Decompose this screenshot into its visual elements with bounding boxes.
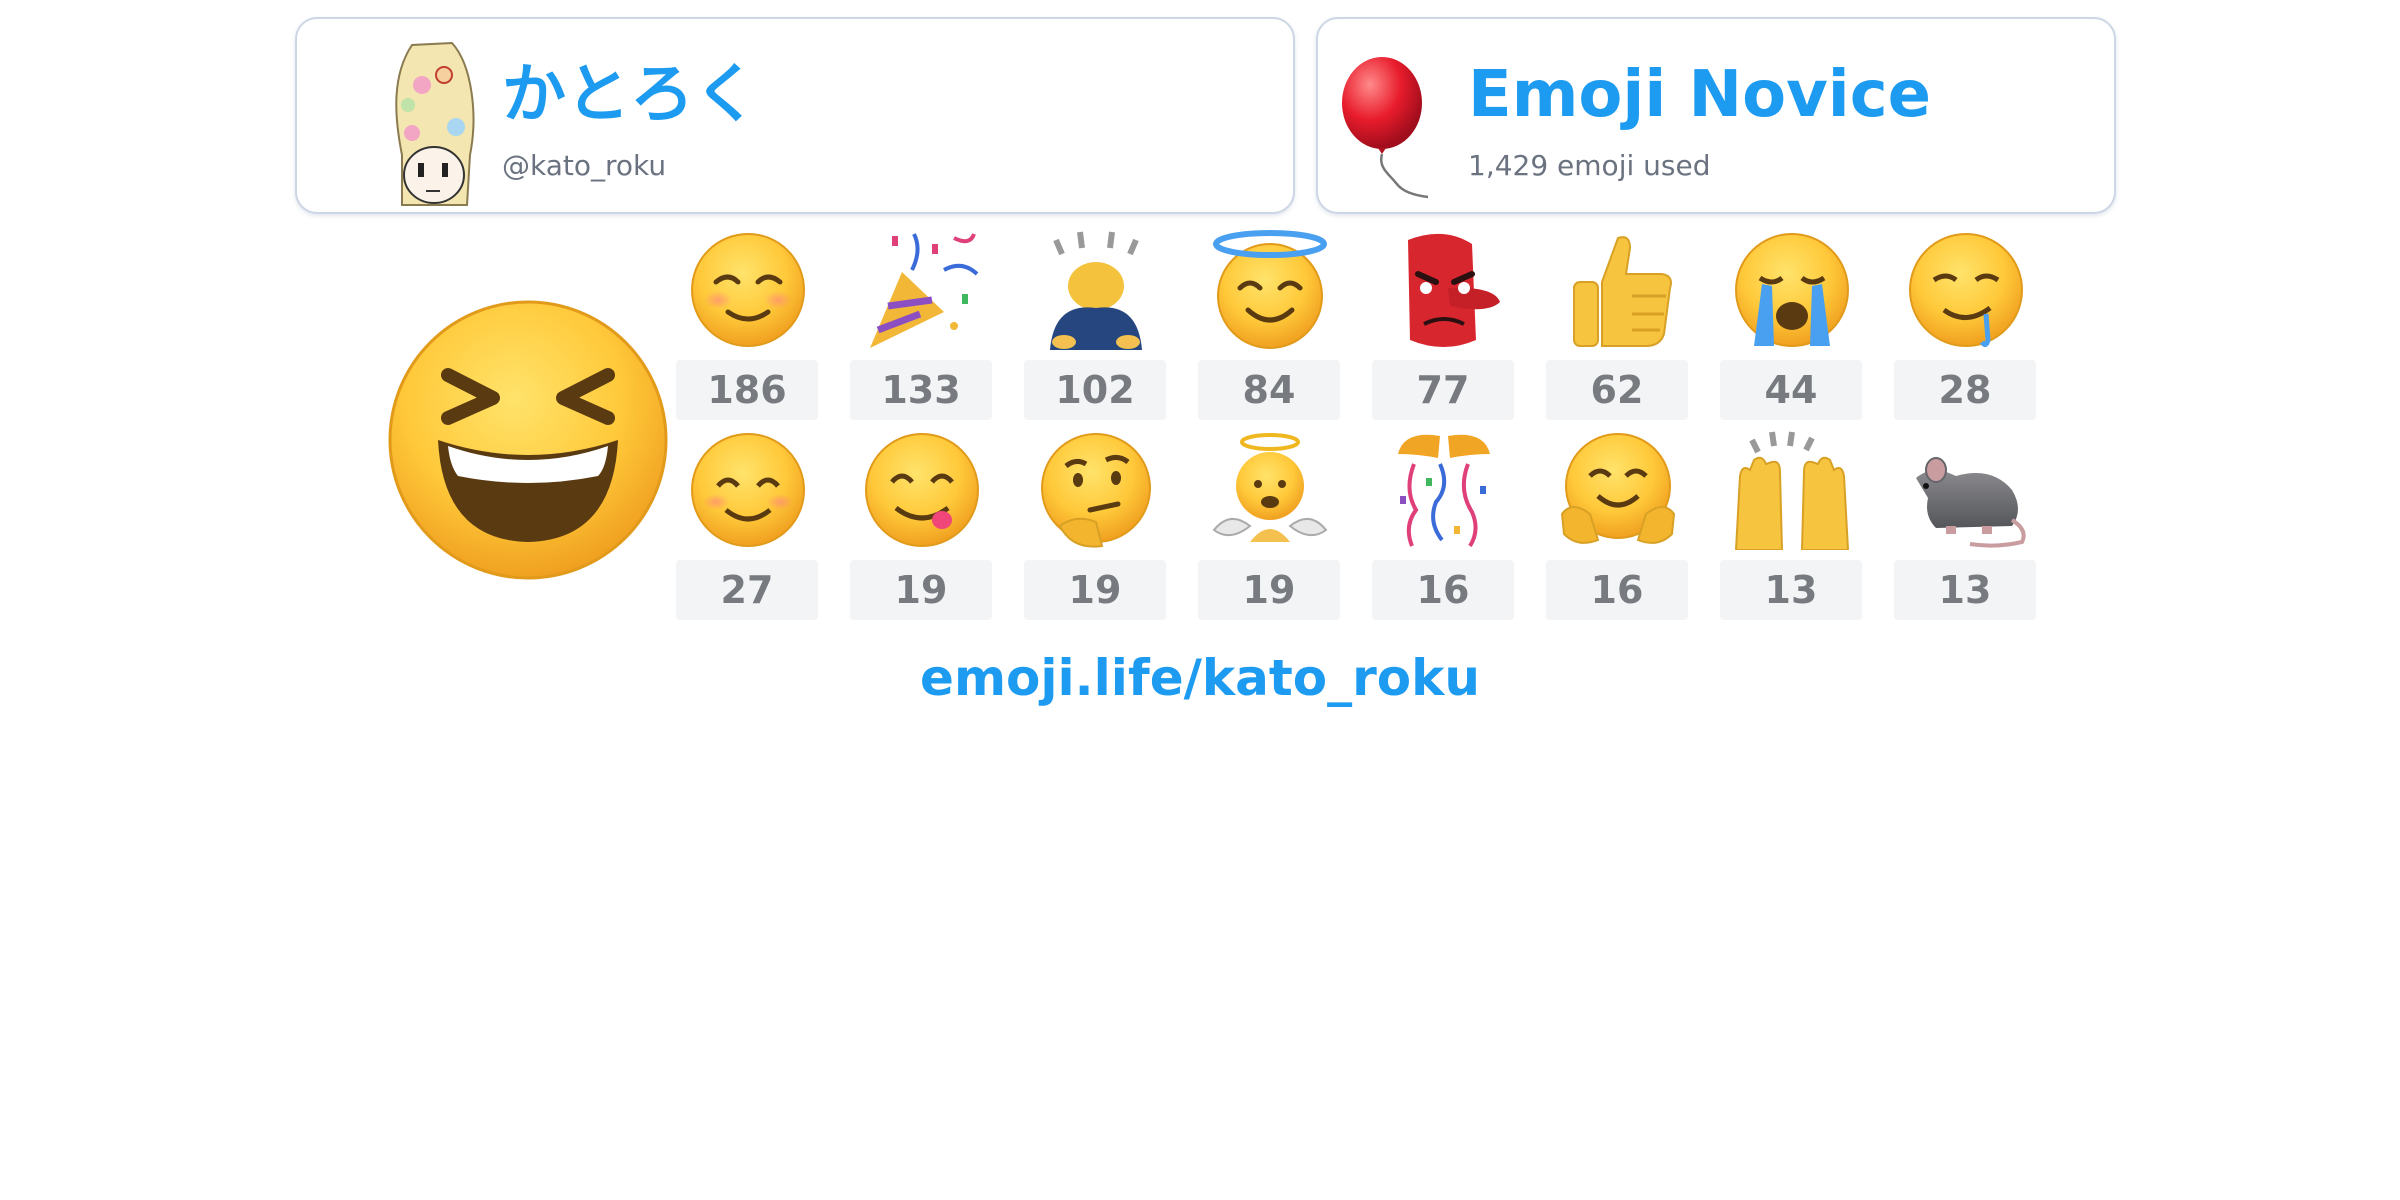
baby-angel-icon bbox=[1212, 433, 1328, 542]
emoji-count: 186 bbox=[676, 360, 818, 420]
emoji-cell[interactable]: 19 bbox=[850, 430, 992, 620]
loudly-crying-face-icon bbox=[1735, 233, 1849, 347]
goblin-tengu-icon bbox=[1408, 233, 1500, 347]
emoji-cell[interactable]: 13 bbox=[1894, 430, 2036, 620]
emoji-cell[interactable]: 186 bbox=[676, 230, 818, 420]
smiling-face-with-smiling-eyes-icon bbox=[691, 433, 805, 547]
hugging-face-icon bbox=[1560, 433, 1676, 544]
emoji-count: 102 bbox=[1024, 360, 1166, 420]
emoji-cell[interactable]: 84 bbox=[1198, 230, 1340, 420]
party-popper-icon bbox=[870, 233, 979, 348]
emoji-cell[interactable]: 19 bbox=[1024, 430, 1166, 620]
emoji-count: 13 bbox=[1894, 560, 2036, 620]
person-bowing-icon bbox=[1050, 231, 1142, 350]
emoji-grid: 186 133 102 84 77 62 44 28 27 19 19 19 1… bbox=[676, 230, 2046, 630]
rank-title: Emoji Novice bbox=[1468, 58, 1932, 132]
thumbs-up-icon bbox=[1573, 236, 1672, 347]
rat-icon bbox=[1916, 457, 2026, 548]
emoji-cell[interactable]: 16 bbox=[1546, 430, 1688, 620]
profile-url-link[interactable]: emoji.life/kato_roku bbox=[0, 648, 2400, 708]
emoji-cell[interactable]: 77 bbox=[1372, 230, 1514, 420]
raising-hands-icon bbox=[1734, 431, 1850, 550]
emoji-count: 62 bbox=[1546, 360, 1688, 420]
drooling-face-icon bbox=[1909, 233, 2023, 348]
emoji-cell[interactable]: 44 bbox=[1720, 230, 1862, 420]
grinning-squinting-face-icon[interactable] bbox=[378, 290, 678, 590]
emoji-cell[interactable]: 102 bbox=[1024, 230, 1166, 420]
emoji-count: 77 bbox=[1372, 360, 1514, 420]
profile-display-name: かとろく bbox=[502, 58, 758, 132]
balloon-icon bbox=[1342, 57, 1429, 199]
emoji-count: 19 bbox=[1198, 560, 1340, 620]
emoji-count: 19 bbox=[850, 560, 992, 620]
smiling-face-icon bbox=[691, 233, 805, 347]
profile-card[interactable]: かとろく @kato_roku bbox=[295, 17, 1295, 214]
emoji-cell[interactable]: 13 bbox=[1720, 430, 1862, 620]
emoji-used-count: 1,429 emoji used bbox=[1468, 149, 1711, 182]
emoji-count: 133 bbox=[850, 360, 992, 420]
emoji-cell[interactable]: 133 bbox=[850, 230, 992, 420]
emoji-cell[interactable]: 62 bbox=[1546, 230, 1688, 420]
rank-card[interactable]: Emoji Novice 1,429 emoji used bbox=[1316, 17, 2116, 214]
emoji-cell[interactable]: 16 bbox=[1372, 430, 1514, 620]
profile-handle: @kato_roku bbox=[502, 149, 667, 182]
thinking-face-icon bbox=[1041, 433, 1151, 548]
emoji-count: 44 bbox=[1720, 360, 1862, 420]
emoji-count: 84 bbox=[1198, 360, 1340, 420]
emoji-cell[interactable]: 28 bbox=[1894, 230, 2036, 420]
emoji-count: 27 bbox=[676, 560, 818, 620]
emoji-count: 19 bbox=[1024, 560, 1166, 620]
emoji-cell[interactable]: 19 bbox=[1198, 430, 1340, 620]
emoji-count: 16 bbox=[1372, 560, 1514, 620]
emoji-count: 16 bbox=[1546, 560, 1688, 620]
anime-character-avatar-icon bbox=[395, 41, 475, 206]
confetti-ball-icon bbox=[1398, 434, 1490, 548]
emoji-count: 13 bbox=[1720, 560, 1862, 620]
face-savoring-food-icon bbox=[865, 433, 979, 547]
emoji-count: 28 bbox=[1894, 360, 2036, 420]
smiling-face-with-halo-icon bbox=[1213, 230, 1327, 349]
emoji-cell[interactable]: 27 bbox=[676, 430, 818, 620]
